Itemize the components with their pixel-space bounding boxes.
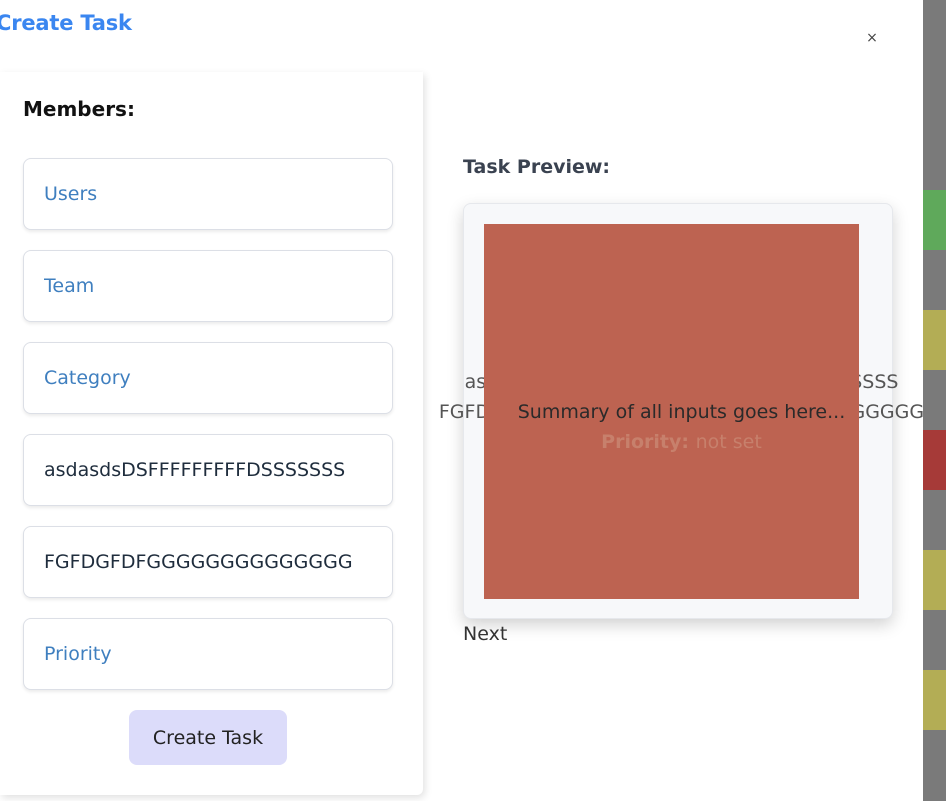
description-field[interactable] xyxy=(23,526,393,598)
members-heading: Members: xyxy=(23,97,135,121)
background-card xyxy=(923,550,946,610)
create-task-button[interactable]: Create Task xyxy=(129,710,287,765)
preview-priority: Priority: not set xyxy=(400,429,946,455)
task-form-panel: Members: Create Task xyxy=(0,72,423,795)
next-button[interactable]: Next xyxy=(463,623,507,645)
users-input[interactable] xyxy=(44,183,372,205)
team-field[interactable] xyxy=(23,250,393,322)
preview-priority-label: Priority: xyxy=(601,431,689,453)
task-preview-heading: Task Preview: xyxy=(463,156,611,178)
category-input[interactable] xyxy=(44,367,372,389)
priority-input[interactable] xyxy=(44,643,372,665)
description-input[interactable] xyxy=(44,551,372,573)
background-card xyxy=(923,670,946,730)
users-field[interactable] xyxy=(23,158,393,230)
modal-title: Create Task xyxy=(0,11,132,35)
title-input[interactable] xyxy=(44,459,372,481)
preview-priority-value: not set xyxy=(695,431,762,453)
title-field[interactable] xyxy=(23,434,393,506)
preview-summary-text: Summary of all inputs goes here... xyxy=(517,401,846,423)
background-card xyxy=(923,310,946,370)
team-input[interactable] xyxy=(44,275,372,297)
priority-field[interactable] xyxy=(23,618,393,690)
close-icon[interactable]: × xyxy=(862,28,882,48)
category-field[interactable] xyxy=(23,342,393,414)
background-card xyxy=(923,190,946,250)
